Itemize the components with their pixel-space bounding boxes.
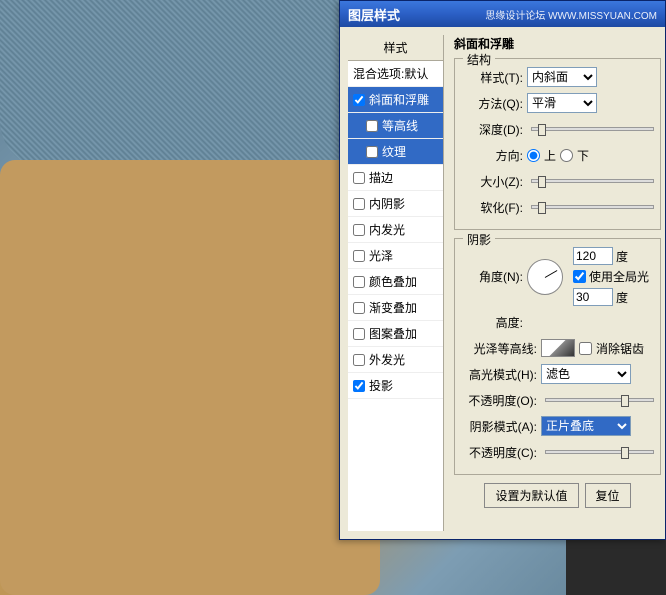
style-list-header[interactable]: 样式 [348, 35, 443, 61]
depth-slider[interactable] [531, 127, 654, 131]
style-item-8[interactable]: 渐变叠加 [348, 295, 443, 321]
shadow-opacity-slider[interactable] [545, 450, 654, 454]
canvas-edge [566, 540, 666, 595]
highlight-mode-select[interactable]: 滤色 [541, 364, 631, 384]
style-item-3[interactable]: 描边 [348, 165, 443, 191]
soften-slider[interactable] [531, 205, 654, 209]
angle-dial[interactable] [527, 259, 563, 295]
style-checkbox-10[interactable] [353, 354, 365, 366]
style-checkbox-2[interactable] [366, 146, 378, 158]
shadow-mode-label: 阴影模式(A): [461, 418, 537, 435]
gloss-contour-label: 光泽等高线: [461, 340, 537, 357]
highlight-opacity-slider[interactable] [545, 398, 654, 402]
highlight-mode-label: 高光模式(H): [461, 366, 537, 383]
size-slider[interactable] [531, 179, 654, 183]
size-label: 大小(Z): [461, 173, 523, 190]
style-item-11[interactable]: 投影 [348, 373, 443, 399]
leather-patch [0, 160, 380, 595]
style-checkbox-11[interactable] [353, 380, 365, 392]
set-default-button[interactable]: 设置为默认值 [484, 483, 578, 508]
antialias-checkbox[interactable] [579, 342, 592, 355]
angle-label: 角度(N): [461, 268, 523, 285]
dialog-title: 图层样式 [348, 5, 400, 24]
shadow-group-label: 阴影 [463, 231, 495, 248]
settings-title: 斜面和浮雕 [454, 35, 661, 52]
altitude-input[interactable] [573, 288, 613, 306]
gloss-contour-swatch[interactable] [541, 339, 575, 357]
dialog-body: 样式 混合选项:默认 斜面和浮雕等高线纹理描边内阴影内发光光泽颜色叠加渐变叠加图… [340, 27, 665, 539]
style-checkbox-9[interactable] [353, 328, 365, 340]
style-item-10[interactable]: 外发光 [348, 347, 443, 373]
opacity2-label: 不透明度(C): [461, 444, 537, 461]
style-item-6[interactable]: 光泽 [348, 243, 443, 269]
style-checkbox-1[interactable] [366, 120, 378, 132]
direction-label: 方向: [461, 147, 523, 164]
shadow-group: 阴影 角度(N): 度 使用全局光 [454, 238, 661, 475]
style-item-2[interactable]: 纹理 [348, 139, 443, 165]
style-checkbox-6[interactable] [353, 250, 365, 262]
direction-up-radio[interactable] [527, 149, 540, 162]
style-checkbox-8[interactable] [353, 302, 365, 314]
watermark-text: 思缘设计论坛 WWW.MISSYUAN.COM [485, 7, 657, 22]
opacity1-label: 不透明度(O): [461, 392, 537, 409]
style-checkbox-3[interactable] [353, 172, 365, 184]
layer-style-dialog: 图层样式 思缘设计论坛 WWW.MISSYUAN.COM 样式 混合选项:默认 … [339, 0, 666, 540]
style-checkbox-7[interactable] [353, 276, 365, 288]
style-checkbox-0[interactable] [353, 94, 365, 106]
shadow-mode-select[interactable]: 正片叠底 [541, 416, 631, 436]
style-item-0[interactable]: 斜面和浮雕 [348, 87, 443, 113]
use-global-light-checkbox[interactable] [573, 270, 586, 283]
angle-input[interactable] [573, 247, 613, 265]
style-item-7[interactable]: 颜色叠加 [348, 269, 443, 295]
direction-down-radio[interactable] [560, 149, 573, 162]
style-item-1[interactable]: 等高线 [348, 113, 443, 139]
style-checkbox-5[interactable] [353, 224, 365, 236]
method-select[interactable]: 平滑 [527, 93, 597, 113]
depth-label: 深度(D): [461, 121, 523, 138]
style-checkbox-4[interactable] [353, 198, 365, 210]
altitude-label: 高度: [447, 314, 523, 331]
denim-texture [0, 0, 370, 170]
style-item-4[interactable]: 内阴影 [348, 191, 443, 217]
style-item-5[interactable]: 内发光 [348, 217, 443, 243]
reset-button[interactable]: 复位 [585, 483, 631, 508]
soften-label: 软化(F): [461, 199, 523, 216]
structure-label: 结构 [463, 51, 495, 68]
style-select[interactable]: 内斜面 [527, 67, 597, 87]
settings-panel: 斜面和浮雕 结构 样式(T): 内斜面 方法(Q): 平滑 深度(D): 方向: [444, 27, 665, 539]
structure-group: 结构 样式(T): 内斜面 方法(Q): 平滑 深度(D): 方向: 上 [454, 58, 661, 230]
style-label: 样式(T): [461, 69, 523, 86]
style-item-9[interactable]: 图案叠加 [348, 321, 443, 347]
style-list-panel: 样式 混合选项:默认 斜面和浮雕等高线纹理描边内阴影内发光光泽颜色叠加渐变叠加图… [348, 35, 444, 531]
dialog-titlebar[interactable]: 图层样式 思缘设计论坛 WWW.MISSYUAN.COM [340, 1, 665, 27]
method-label: 方法(Q): [461, 95, 523, 112]
blend-options-item[interactable]: 混合选项:默认 [348, 61, 443, 87]
